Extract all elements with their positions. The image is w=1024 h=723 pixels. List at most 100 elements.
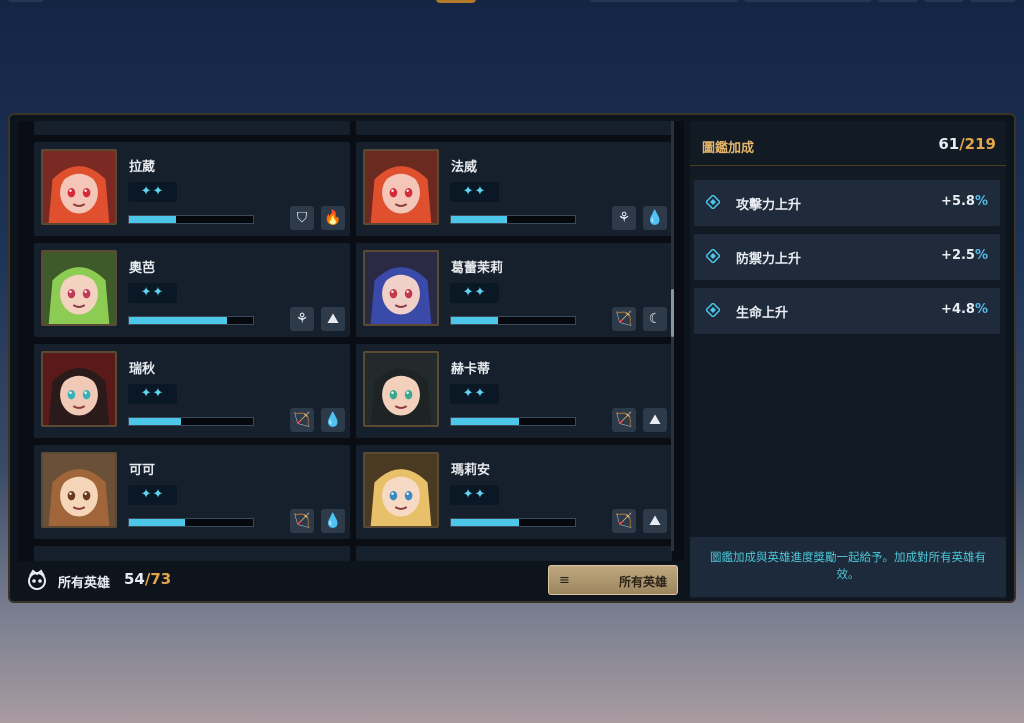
hud-timer-badge: [436, 0, 476, 3]
hero-star-rating: ✦✦: [128, 384, 177, 404]
hero-filter-button[interactable]: ≡ 所有英雄: [548, 565, 678, 595]
bow-icon: 🏹: [290, 408, 314, 432]
hero-star-rating: ✦✦: [128, 182, 177, 202]
hero-card[interactable]: 奧芭 ✦✦ ⚘ ⛰: [34, 243, 350, 337]
codex-header: 圖鑑加成 61/219: [690, 121, 1006, 166]
hero-star-rating: ✦✦: [450, 485, 499, 505]
hero-name: 拉葳: [129, 160, 156, 175]
bow-icon: 🏹: [612, 307, 636, 331]
hero-card-partial[interactable]: [356, 546, 672, 561]
hero-progress-fill: [129, 216, 177, 223]
hero-portrait-image: [365, 454, 437, 526]
hero-mask-icon: [28, 569, 46, 590]
bonus-row-hp: 生命上升 +4.8%: [694, 288, 1000, 334]
hero-portrait[interactable]: [41, 452, 117, 528]
hero-portrait-image: [43, 151, 115, 223]
hero-card[interactable]: 赫卡蒂 ✦✦ 🏹 ⛰: [356, 344, 672, 438]
water-drop-icon: 💧: [643, 206, 667, 230]
hero-count: 54/73: [124, 570, 172, 588]
hero-portrait[interactable]: [41, 149, 117, 225]
hero-card-partial[interactable]: [34, 546, 350, 561]
scrollbar-thumb[interactable]: [671, 289, 674, 337]
hud-button[interactable]: [878, 0, 918, 2]
codex-title: 圖鑑加成: [702, 141, 755, 156]
all-heroes-label: 所有英雄: [58, 576, 111, 591]
hero-progress-fill: [451, 216, 507, 223]
top-hud: [0, 0, 1024, 6]
shield-icon: ⛉: [290, 206, 314, 230]
hero-card[interactable]: 瑞秋 ✦✦ 🏹 💧: [34, 344, 350, 438]
hero-card[interactable]: 法威 ✦✦ ⚘ 💧: [356, 142, 672, 236]
hero-card[interactable]: 可可 ✦✦ 🏹 💧: [34, 445, 350, 539]
hero-progress-bar: [450, 215, 576, 224]
bonus-row-defense: 防禦力上升 +2.5%: [694, 234, 1000, 280]
water-drop-icon: 💧: [321, 509, 345, 533]
hero-card[interactable]: 拉葳 ✦✦ ⛉ 🔥: [34, 142, 350, 236]
hud-button[interactable]: [970, 0, 1016, 2]
bonus-value: +5.8%: [941, 194, 988, 209]
hero-portrait[interactable]: [363, 149, 439, 225]
hero-codex-panel: 拉葳 ✦✦ ⛉ 🔥 法威 ✦✦ ⚘ 💧 奧芭 ✦✦ ⚘ ⛰ 葛蕾茉莉 ✦✦ 🏹 …: [8, 113, 1016, 603]
hero-progress-bar: [128, 215, 254, 224]
diamond-icon: [706, 195, 720, 209]
hero-progress-bar: [450, 316, 576, 325]
codex-bonus-panel: 圖鑑加成 61/219 攻擊力上升 +5.8% 防禦力上升 +2.5% 生命上升…: [690, 121, 1006, 599]
hero-name: 瑞秋: [129, 362, 156, 377]
hero-name: 可可: [129, 463, 156, 478]
hero-name: 葛蕾茉莉: [451, 261, 504, 276]
hero-star-rating: ✦✦: [450, 182, 499, 202]
hero-card-partial[interactable]: [356, 121, 672, 135]
hero-progress-bar: [128, 518, 254, 527]
hud-button[interactable]: [924, 0, 964, 2]
hero-progress-bar: [128, 316, 254, 325]
hero-portrait[interactable]: [363, 351, 439, 427]
tree-icon: ⚘: [290, 307, 314, 331]
hero-progress-bar: [450, 417, 576, 426]
hero-progress-fill: [451, 519, 520, 526]
hero-card[interactable]: 瑪莉安 ✦✦ 🏹 ⛰: [356, 445, 672, 539]
hero-star-rating: ✦✦: [128, 485, 177, 505]
bonus-value: +4.8%: [941, 302, 988, 317]
bonus-name: 攻擊力上升: [736, 198, 802, 213]
hero-filter-label: 所有英雄: [618, 575, 667, 589]
hero-star-rating: ✦✦: [450, 384, 499, 404]
hero-progress-fill: [451, 317, 499, 324]
hero-portrait-image: [43, 353, 115, 425]
hero-name: 法威: [451, 160, 478, 175]
hud-resource-slot[interactable]: [744, 0, 872, 2]
hero-portrait-image: [43, 454, 115, 526]
fire-icon: 🔥: [321, 206, 345, 230]
hero-card[interactable]: 葛蕾茉莉 ✦✦ 🏹 ☾: [356, 243, 672, 337]
hero-star-rating: ✦✦: [128, 283, 177, 303]
hero-portrait-image: [365, 353, 437, 425]
diamond-icon: [706, 303, 720, 317]
hero-portrait-image: [365, 151, 437, 223]
hero-portrait[interactable]: [363, 452, 439, 528]
codex-note: 圖鑑加成與英雄進度獎勵一起給予。加成對所有英雄有效。: [690, 537, 1006, 597]
hero-progress-bar: [450, 518, 576, 527]
hero-progress-fill: [129, 519, 185, 526]
hero-star-rating: ✦✦: [450, 283, 499, 303]
hero-progress-fill: [129, 418, 182, 425]
hero-card-partial[interactable]: [34, 121, 350, 135]
hero-portrait[interactable]: [41, 351, 117, 427]
tree-icon: ⚘: [612, 206, 636, 230]
hero-portrait-image: [365, 252, 437, 324]
hud-resource-slot[interactable]: [590, 0, 738, 2]
hero-progress-fill: [451, 418, 520, 425]
hero-list-footer: 所有英雄 54/73 ≡ 所有英雄: [18, 561, 684, 599]
moon-icon: ☾: [643, 307, 667, 331]
hero-portrait[interactable]: [41, 250, 117, 326]
hero-progress-bar: [128, 417, 254, 426]
hero-portrait[interactable]: [363, 250, 439, 326]
bonus-name: 防禦力上升: [736, 252, 802, 267]
bonus-value: +2.5%: [941, 248, 988, 263]
hero-name: 赫卡蒂: [451, 362, 491, 377]
mountain-icon: ⛰: [321, 307, 345, 331]
hud-button[interactable]: [8, 0, 44, 2]
mountain-icon: ⛰: [643, 408, 667, 432]
bow-icon: 🏹: [612, 509, 636, 533]
diamond-icon: [706, 249, 720, 263]
bow-icon: 🏹: [290, 509, 314, 533]
hero-list[interactable]: 拉葳 ✦✦ ⛉ 🔥 法威 ✦✦ ⚘ 💧 奧芭 ✦✦ ⚘ ⛰ 葛蕾茉莉 ✦✦ 🏹 …: [18, 121, 684, 561]
